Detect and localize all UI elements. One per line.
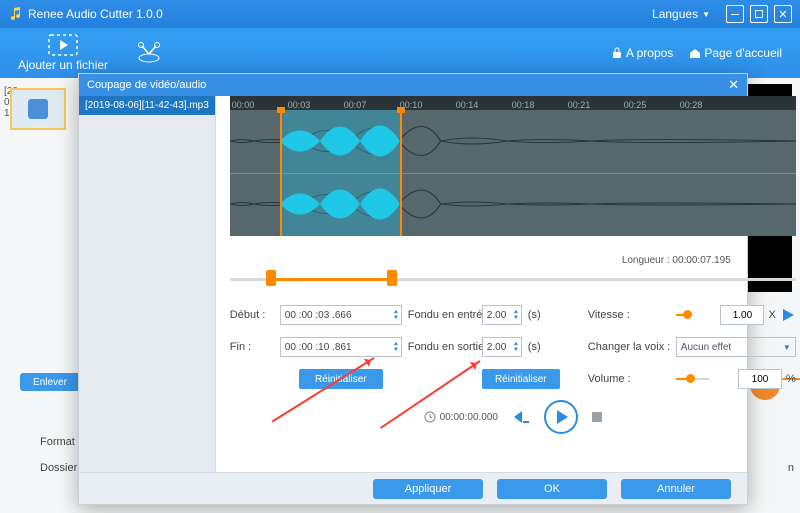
start-time-input[interactable]: 00 :00 :03 .666 ▲▼ — [280, 305, 402, 325]
unit-seconds: (s) — [528, 341, 546, 353]
music-icon — [28, 99, 48, 119]
selection-overlay — [280, 110, 400, 236]
ruler-tick: 00:18 — [512, 100, 568, 110]
lock-icon — [611, 47, 623, 59]
spinner-icon[interactable]: ▲▼ — [513, 341, 519, 353]
cancel-button[interactable]: Annuler — [621, 479, 731, 499]
fadein-label: Fondu en entrée : — [408, 309, 476, 321]
volume-slider[interactable] — [676, 369, 734, 389]
cut-dialog: Coupage de vidéo/audio ✕ [2019-08-06][11… — [78, 73, 748, 505]
chevron-down-icon: ▼ — [702, 10, 710, 19]
play-icon — [557, 410, 568, 424]
speed-slider[interactable] — [676, 305, 717, 325]
speed-label: Vitesse : — [588, 309, 670, 321]
time-ruler: 00:00 00:03 00:07 00:10 00:14 00:18 00:2… — [230, 96, 796, 110]
step-back-icon[interactable] — [512, 410, 530, 424]
fadein-input[interactable]: 2.00 ▲▼ — [482, 305, 522, 325]
volume-unit: % — [786, 373, 796, 385]
playback-bar: 00:00:00.000 — [230, 400, 796, 434]
stop-button[interactable] — [592, 412, 602, 422]
end-time-value: 00 :00 :10 .861 — [285, 342, 352, 353]
app-logo-icon — [8, 6, 24, 22]
language-menu[interactable]: Langues ▼ — [652, 7, 710, 21]
home-label: Page d'accueil — [704, 46, 782, 60]
fadeout-value: 2.00 — [487, 342, 506, 353]
speed-unit: X — [768, 309, 775, 321]
end-label: Fin : — [230, 341, 274, 353]
file-list-sidebar: [2019-08-06][11-42-43].mp3 — [79, 96, 216, 472]
about-label: A propos — [626, 46, 673, 60]
cut-tool-button[interactable] — [134, 42, 164, 64]
spinner-icon[interactable]: ▲▼ — [393, 341, 399, 353]
ruler-tick: 00:28 — [680, 100, 736, 110]
ruler-tick: 00:25 — [624, 100, 680, 110]
ok-button[interactable]: OK — [497, 479, 607, 499]
about-link[interactable]: A propos — [611, 46, 673, 60]
scissors-disc-icon — [134, 42, 164, 64]
remove-button[interactable]: Enlever — [20, 373, 80, 391]
volume-label: Volume : — [588, 373, 670, 385]
settings-form: Début : 00 :00 :03 .666 ▲▼ Fondu en entr… — [230, 302, 796, 392]
waveform-panel[interactable]: 00:00 00:03 00:07 00:10 00:14 00:18 00:2… — [230, 96, 796, 236]
dialog-footer: Appliquer OK Annuler — [79, 472, 747, 504]
dialog-close-button[interactable]: ✕ — [728, 77, 739, 93]
start-label: Début : — [230, 309, 274, 321]
length-label: Longueur : 00:00:07.195 — [622, 255, 731, 266]
fadein-value: 2.00 — [487, 310, 506, 321]
play-button[interactable] — [544, 400, 578, 434]
add-file-label: Ajouter un fichier — [18, 58, 108, 72]
close-button[interactable]: ✕ — [774, 5, 792, 23]
voice-value: Aucun effet — [681, 342, 731, 353]
clock-icon — [424, 411, 436, 423]
ruler-tick: 00:03 — [288, 100, 344, 110]
home-link[interactable]: Page d'accueil — [689, 46, 782, 60]
dialog-body: [2019-08-06][11-42-43].mp3 00:00 00:03 0… — [79, 96, 747, 472]
file-list-item[interactable]: [2019-08-06][11-42-43].mp3 — [79, 96, 215, 115]
trim-start-handle[interactable] — [266, 270, 276, 286]
spinner-icon[interactable]: ▲▼ — [513, 309, 519, 321]
trim-selection — [270, 278, 392, 281]
selection-end-handle[interactable] — [400, 110, 402, 236]
add-file-button[interactable]: Ajouter un fichier — [18, 34, 108, 72]
trim-end-handle[interactable] — [387, 270, 397, 286]
trim-slider[interactable]: Longueur : 00:00:07.195 — [230, 256, 796, 296]
ruler-tick: 00:10 — [400, 100, 456, 110]
voice-dropdown[interactable]: Aucun effet ▼ — [676, 337, 796, 357]
dialog-title: Coupage de vidéo/audio — [87, 79, 206, 91]
ruler-tick: 00:21 — [568, 100, 624, 110]
playback-time-value: 00:00:00.000 — [440, 412, 498, 423]
speed-input[interactable] — [720, 305, 764, 325]
voice-label: Changer la voix : — [588, 341, 670, 353]
dialog-titlebar: Coupage de vidéo/audio ✕ — [79, 74, 747, 96]
language-label: Langues — [652, 7, 698, 21]
end-time-input[interactable]: 00 :00 :10 .861 ▲▼ — [280, 337, 402, 357]
home-icon — [689, 47, 701, 59]
fadeout-input[interactable]: 2.00 ▲▼ — [482, 337, 522, 357]
volume-input[interactable] — [738, 369, 782, 389]
ruler-tick: 00:14 — [456, 100, 512, 110]
apply-button[interactable]: Appliquer — [373, 479, 483, 499]
main-toolbar: Ajouter un fichier A propos Page d'accue… — [0, 28, 800, 78]
dialog-main: 00:00 00:03 00:07 00:10 00:14 00:18 00:2… — [216, 96, 800, 472]
maximize-button[interactable] — [750, 5, 768, 23]
minimize-button[interactable] — [726, 5, 744, 23]
selection-start-handle[interactable] — [280, 110, 282, 236]
app-titlebar: Renee Audio Cutter 1.0.0 Langues ▼ ✕ — [0, 0, 800, 28]
filmstrip-icon — [48, 34, 78, 56]
fadeout-label: Fondu en sortie : — [408, 341, 476, 353]
file-thumbnail[interactable] — [10, 88, 66, 130]
app-title: Renee Audio Cutter 1.0.0 — [28, 7, 163, 21]
unit-seconds: (s) — [528, 309, 546, 321]
remove-label: Enlever — [33, 377, 67, 388]
start-time-value: 00 :00 :03 .666 — [285, 310, 352, 321]
reset-fade-button[interactable]: Réinitialiser — [482, 369, 560, 389]
chevron-down-icon: ▼ — [783, 343, 791, 352]
ruler-tick: 00:07 — [344, 100, 400, 110]
spinner-icon[interactable]: ▲▼ — [393, 309, 399, 321]
playback-time: 00:00:00.000 — [424, 411, 498, 423]
preview-play-icon[interactable] — [780, 307, 796, 323]
